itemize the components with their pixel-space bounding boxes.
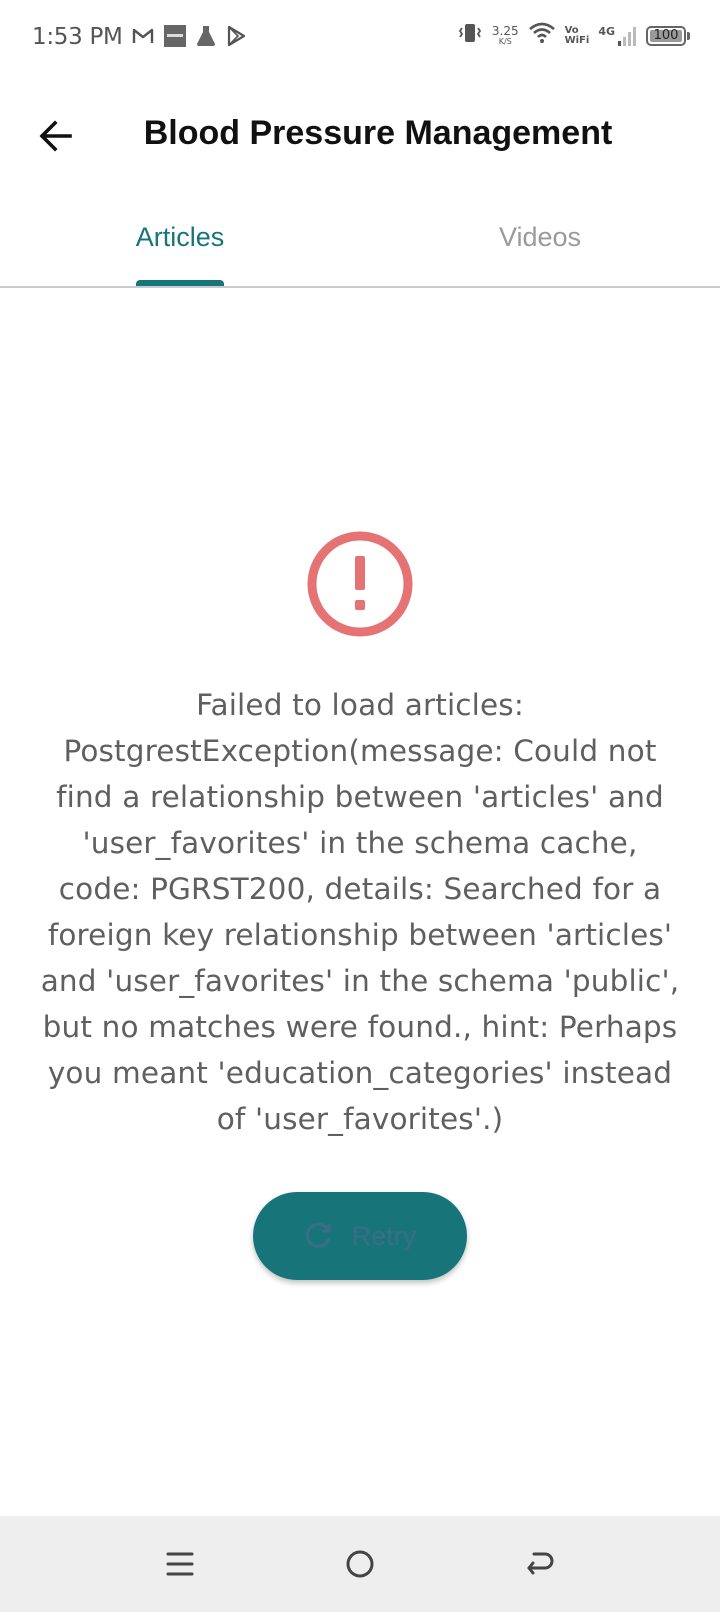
tab-articles-label: Articles	[135, 222, 225, 286]
cellular-signal: 4G	[598, 25, 637, 47]
wifi-icon	[528, 22, 556, 49]
page-title: Blood Pressure Management	[143, 114, 613, 152]
tab-videos-label: Videos	[498, 222, 582, 252]
network-type: 4G	[598, 24, 615, 38]
tab-videos[interactable]: Videos	[360, 198, 720, 286]
network-speed-unit: K/S	[498, 37, 512, 46]
error-message: Failed to load articles: PostgrestExcept…	[40, 688, 680, 1136]
home-circle-icon	[346, 1550, 374, 1578]
vowifi-bottom: WiFi	[564, 34, 590, 46]
system-status-icons: 3.25 K/S Vo WiFi 4G 100	[457, 22, 690, 49]
back-nav-button[interactable]	[516, 1540, 564, 1588]
home-button[interactable]	[336, 1540, 384, 1588]
gmail-icon	[132, 27, 154, 50]
network-speed: 3.25 K/S	[492, 25, 519, 46]
vibrate-icon	[457, 22, 483, 49]
battery-indicator: 100	[646, 25, 690, 46]
recents-button[interactable]	[156, 1540, 204, 1588]
system-nav-bar	[0, 1516, 720, 1612]
error-icon	[306, 530, 414, 638]
status-bar: 1:53 PM 3.25 K/S Vo WiFi 4G 100	[0, 0, 720, 80]
battery-icon: 100	[646, 25, 686, 46]
vowifi-top: Vo	[564, 24, 579, 36]
vowifi-indicator: Vo WiFi	[564, 24, 590, 46]
zomato-icon	[164, 25, 186, 52]
menu-icon	[166, 1552, 194, 1576]
back-nav-icon	[527, 1552, 554, 1575]
status-time: 1:53 PM	[32, 24, 123, 50]
notification-icons	[132, 25, 246, 52]
screen: 1:53 PM 3.25 K/S Vo WiFi 4G 100 Blood Pr…	[0, 0, 720, 1612]
tab-articles-text: Articles	[135, 222, 225, 252]
tab-selected-indicator	[135, 280, 225, 286]
network-speed-value: 3.25	[491, 24, 519, 38]
retry-label: Retry	[351, 1220, 417, 1251]
app-bar: Blood Pressure Management	[0, 80, 720, 190]
signal-bars-icon	[618, 26, 636, 46]
battery-level: 100	[653, 28, 679, 43]
tab-articles[interactable]: Articles	[0, 198, 360, 286]
refresh-icon	[305, 1222, 331, 1248]
tab-bar: Articles Videos	[0, 198, 720, 288]
flask-icon	[196, 25, 216, 52]
retry-button[interactable]: Retry	[253, 1192, 467, 1280]
play-store-icon	[226, 25, 246, 52]
